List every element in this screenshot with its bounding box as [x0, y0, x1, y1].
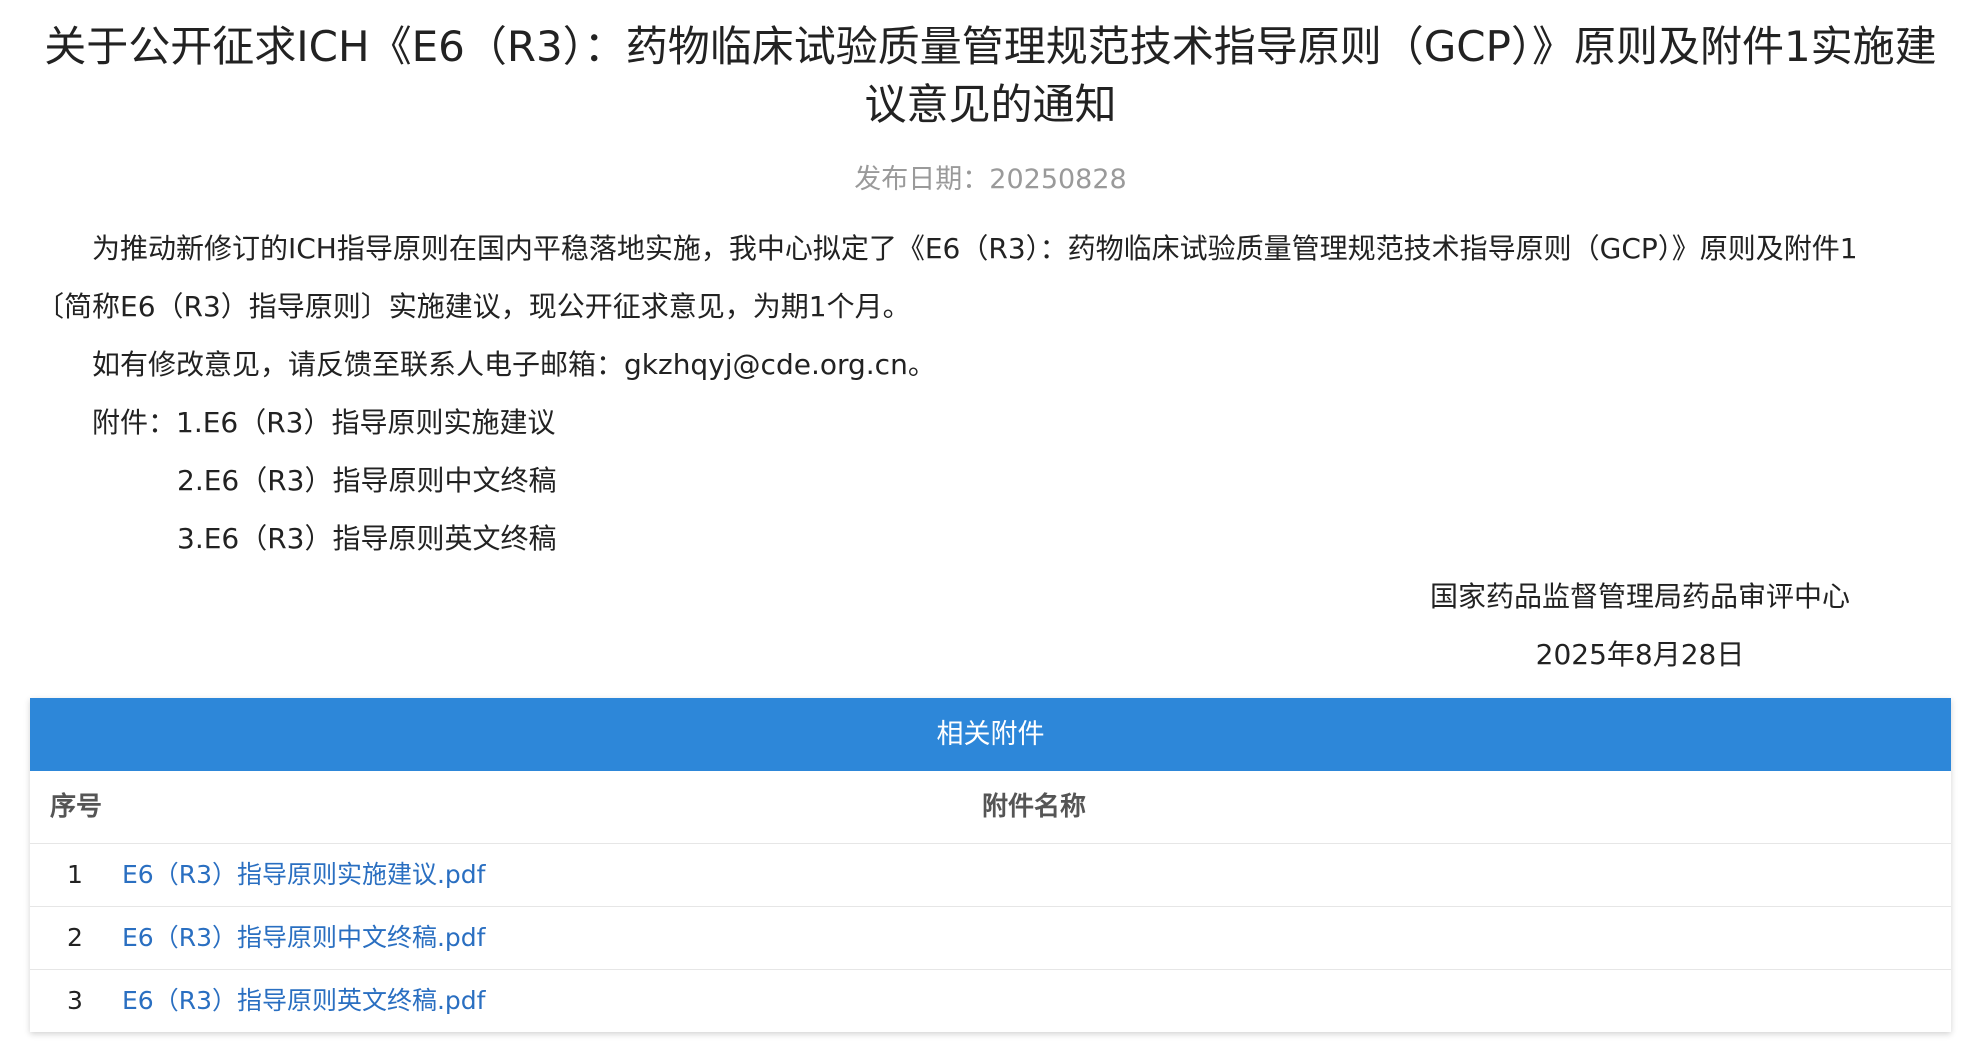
row-index: 2 [67, 923, 83, 952]
attachment-list-item-3: 3.E6（R3）指导原则英文终稿 [177, 522, 557, 555]
table-row: 3 E6（R3）指导原则英文终稿.pdf [30, 970, 1951, 1032]
attachments-column-headers: 序号 附件名称 [30, 771, 1951, 844]
table-row: 1 E6（R3）指导原则实施建议.pdf [30, 844, 1951, 907]
signature-block: 国家药品监督管理局药品审评中心 2025年8月28日 [1380, 568, 1900, 684]
signature-org: 国家药品监督管理局药品审评中心 [1429, 580, 1850, 613]
column-header-name: 附件名称 [982, 792, 1087, 822]
attachment-link-implementation-suggestion[interactable]: E6（R3）指导原则实施建议.pdf [122, 844, 485, 906]
attachment-list-item-2: 2.E6（R3）指导原则中文终稿 [177, 464, 557, 497]
table-row: 2 E6（R3）指导原则中文终稿.pdf [30, 907, 1951, 970]
signature-date: 2025年8月28日 [1535, 638, 1745, 671]
attachment-link-chinese-final[interactable]: E6（R3）指导原则中文终稿.pdf [122, 907, 485, 969]
paragraph-1-line-1: 为推动新修订的ICH指导原则在国内平稳落地实施，我中心拟定了《E6（R3）：药物… [92, 232, 1858, 265]
notice-body: 为推动新修订的ICH指导原则在国内平稳落地实施，我中心拟定了《E6（R3）：药物… [36, 220, 1946, 568]
attachment-list-item-1: 附件：1.E6（R3）指导原则实施建议 [92, 406, 556, 439]
paragraph-2: 如有修改意见，请反馈至联系人电子邮箱：gkzhqyj@cde.org.cn。 [92, 348, 936, 381]
attachments-table: 相关附件 序号 附件名称 1 E6（R3）指导原则实施建议.pdf 2 E6（R… [30, 698, 1951, 1032]
notice-page: 关于公开征求ICH《E6（R3）：药物临床试验质量管理规范技术指导原则（GCP）… [0, 0, 1981, 1051]
publish-date: 发布日期：20250828 [854, 164, 1127, 195]
attachments-table-header: 相关附件 [30, 698, 1951, 771]
row-index: 1 [67, 860, 83, 889]
column-header-index: 序号 [50, 792, 103, 822]
row-index: 3 [67, 986, 83, 1015]
page-title: 关于公开征求ICH《E6（R3）：药物临床试验质量管理规范技术指导原则（GCP）… [44, 22, 1937, 129]
paragraph-1-line-2: 〔简称E6（R3）指导原则〕实施建议，现公开征求意见，为期1个月。 [36, 290, 911, 323]
attachment-link-english-final[interactable]: E6（R3）指导原则英文终稿.pdf [122, 970, 485, 1032]
